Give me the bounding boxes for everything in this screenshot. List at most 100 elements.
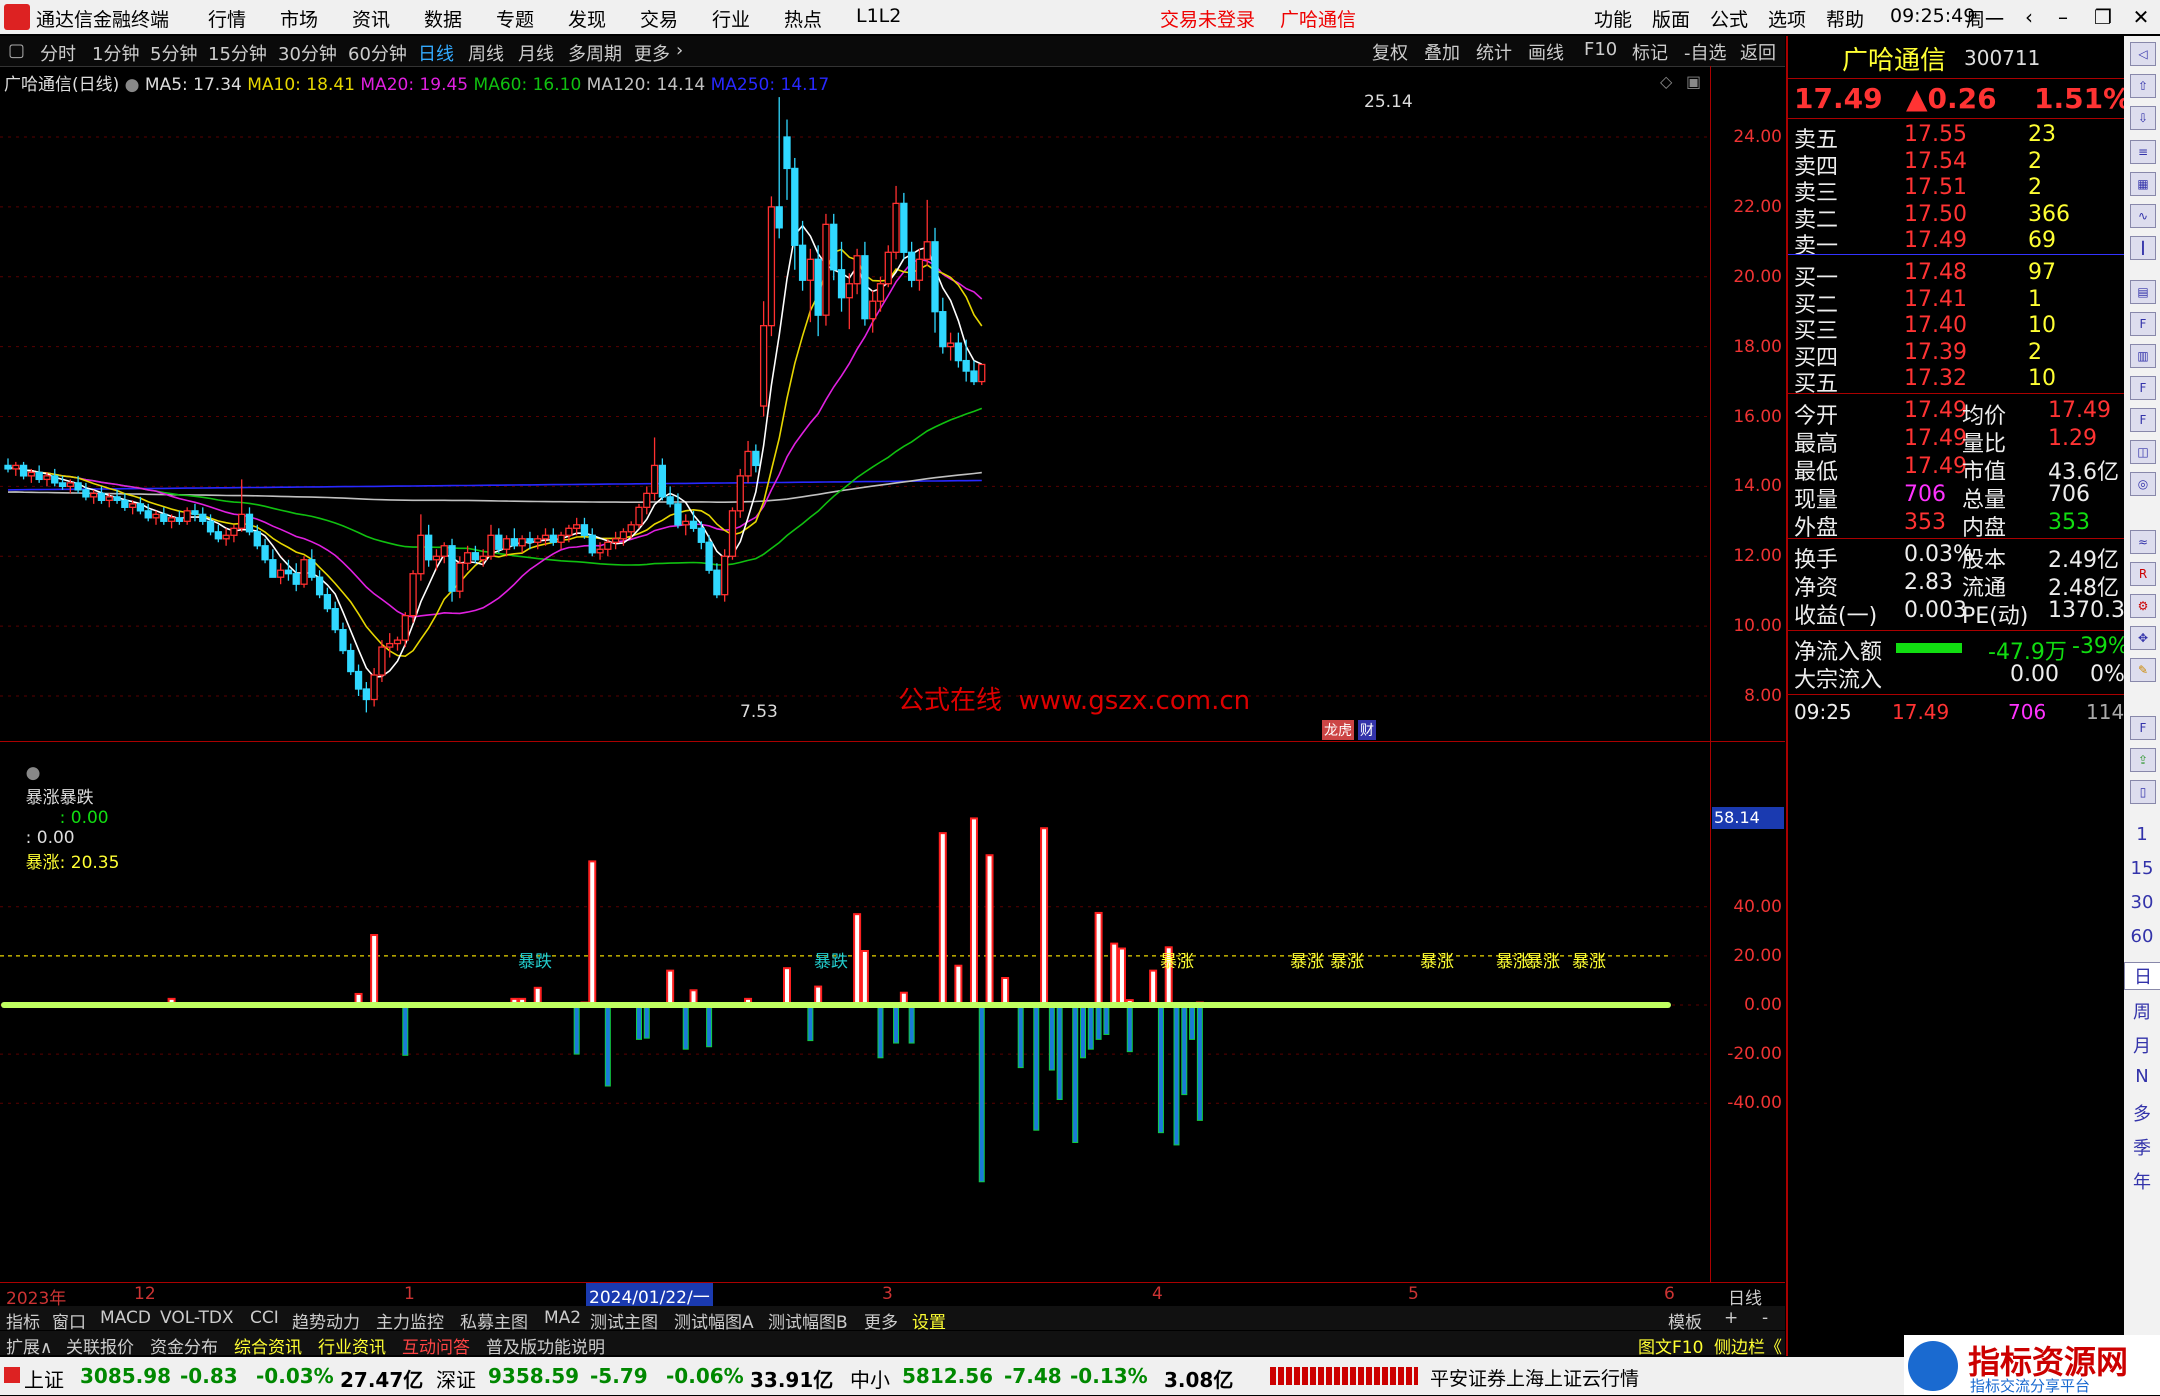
tool-tongji[interactable]: 统计: [1476, 39, 1512, 65]
candlestick-chart[interactable]: 广哈通信(日线) ● MA5: 17.34 MA10: 18.41 MA20: …: [0, 66, 1710, 741]
tab-sidebar[interactable]: 侧边栏《: [1714, 1333, 1782, 1358]
side-period-1[interactable]: 1: [2124, 824, 2160, 845]
tab-zhuli[interactable]: 主力监控: [376, 1308, 444, 1333]
tab-hudong[interactable]: 互动问答: [402, 1333, 470, 1358]
menu-jiaoyi[interactable]: 交易: [640, 5, 678, 32]
back-icon[interactable]: ◁: [2130, 42, 2156, 66]
tool-huaxian[interactable]: 画线: [1528, 39, 1564, 65]
quote-list-icon[interactable]: ≡: [2130, 140, 2156, 164]
tab-chuangkou[interactable]: 窗口: [52, 1308, 86, 1333]
tab-minus[interactable]: -: [1762, 1308, 1768, 1328]
tab-ceshi-main[interactable]: 测试主图: [590, 1308, 658, 1333]
menu-gongshi[interactable]: 公式: [1710, 5, 1748, 32]
side-period-15[interactable]: 15: [2124, 858, 2160, 879]
side-period-year[interactable]: 年: [2124, 1168, 2160, 1194]
tab-macd[interactable]: MACD: [100, 1308, 151, 1328]
longhu-tag[interactable]: 龙虎: [1322, 720, 1354, 740]
doc-icon[interactable]: ▥: [2130, 344, 2156, 368]
kline-icon[interactable]: ┃: [2130, 236, 2156, 260]
menu-hangqing[interactable]: 行情: [208, 5, 246, 32]
indicator-settings-icon[interactable]: ●: [26, 763, 41, 783]
period-monthly[interactable]: 月线: [518, 40, 554, 66]
tool-fanhui[interactable]: 返回: [1740, 39, 1776, 65]
period-more[interactable]: 更多: [634, 40, 670, 66]
menu-gongneng[interactable]: 功能: [1594, 5, 1632, 32]
candlestick-svg[interactable]: [0, 66, 1710, 741]
down-arrow-icon[interactable]: ⇩: [2130, 106, 2156, 130]
f10-icon[interactable]: F: [2130, 312, 2156, 336]
zx-name[interactable]: 中小: [850, 1364, 890, 1393]
tab-hangye[interactable]: 行业资讯: [318, 1333, 386, 1358]
rsi-icon[interactable]: R: [2130, 562, 2156, 586]
side-period-month[interactable]: 月: [2124, 1032, 2160, 1058]
f1-icon[interactable]: F: [2130, 376, 2156, 400]
tab-zhibiao[interactable]: 指标: [6, 1308, 40, 1333]
tool-fuquan[interactable]: 复权: [1372, 39, 1408, 65]
indicator-chart[interactable]: ● 暴涨暴跌 : 0.00 : 0.00 暴涨: 20.35 暴跌 暴跌 暴涨 …: [0, 741, 1710, 1286]
trend-icon[interactable]: ≈: [2130, 530, 2156, 554]
menu-zixun[interactable]: 资讯: [352, 5, 390, 32]
gear-icon[interactable]: ⚙: [2130, 594, 2156, 618]
tool-zixuan[interactable]: -自选: [1684, 39, 1727, 65]
tool-biaoji[interactable]: 标记: [1632, 39, 1668, 65]
minimize-icon[interactable]: –: [2046, 2, 2080, 32]
toolbar-square-icon[interactable]: ▢: [8, 40, 25, 61]
side-period-n[interactable]: N: [2124, 1066, 2160, 1087]
tab-template[interactable]: 模板: [1668, 1308, 1702, 1333]
move-icon[interactable]: ✥: [2130, 626, 2156, 650]
menu-faxian[interactable]: 发现: [568, 5, 606, 32]
period-weekly[interactable]: 周线: [468, 40, 504, 66]
period-5min[interactable]: 5分钟: [150, 40, 197, 66]
panel-toggle-icon[interactable]: ▣: [1686, 72, 1701, 91]
tab-plus[interactable]: +: [1724, 1308, 1738, 1328]
period-daily[interactable]: 日线: [418, 40, 454, 66]
pencil-icon[interactable]: ✎: [2130, 658, 2156, 682]
tab-vol-tdx[interactable]: VOL-TDX: [160, 1308, 234, 1328]
indicator-svg[interactable]: [0, 741, 1710, 1282]
up-arrow-icon[interactable]: ⇧: [2130, 74, 2156, 98]
side-period-day[interactable]: 日: [2124, 962, 2160, 990]
menu-xuanxiang[interactable]: 选项: [1768, 5, 1806, 32]
menu-l1l2[interactable]: L1L2: [856, 5, 901, 27]
period-fenshi[interactable]: 分时: [40, 40, 76, 66]
target-icon[interactable]: ◎: [2130, 472, 2156, 496]
chevron-right-icon[interactable]: ›: [676, 40, 683, 61]
side-period-60[interactable]: 60: [2124, 926, 2160, 947]
back-arrow-icon[interactable]: ‹: [2012, 2, 2046, 32]
sz-name[interactable]: 深证: [436, 1364, 476, 1393]
side-period-season[interactable]: 季: [2124, 1134, 2160, 1160]
grid-icon[interactable]: ◫: [2130, 440, 2156, 464]
tool-diejia[interactable]: 叠加: [1424, 39, 1460, 65]
tab-more[interactable]: 更多: [864, 1308, 898, 1333]
tab-qushi[interactable]: 趋势动力: [292, 1308, 360, 1333]
tab-zijin[interactable]: 资金分布: [150, 1333, 218, 1358]
side-period-week[interactable]: 周: [2124, 998, 2160, 1024]
fs-icon[interactable]: F: [2130, 716, 2156, 740]
f2-icon[interactable]: F: [2130, 408, 2156, 432]
menu-bangzhu[interactable]: 帮助: [1826, 5, 1864, 32]
menu-shichang[interactable]: 市场: [280, 5, 318, 32]
split-icon[interactable]: ▯: [2130, 780, 2156, 804]
side-period-multi[interactable]: 多: [2124, 1100, 2160, 1126]
restore-icon[interactable]: ❐: [2086, 2, 2120, 32]
settings-circle-icon[interactable]: ●: [125, 75, 140, 95]
period-60min[interactable]: 60分钟: [348, 40, 407, 66]
menu-banmian[interactable]: 版面: [1652, 5, 1690, 32]
tab-ceshi-a[interactable]: 测试幅图A: [674, 1308, 754, 1333]
tab-simu[interactable]: 私募主图: [460, 1308, 528, 1333]
tab-f10[interactable]: 图文F10: [1638, 1333, 1703, 1358]
menu-shuju[interactable]: 数据: [424, 5, 462, 32]
tab-ceshi-b[interactable]: 测试幅图B: [768, 1308, 848, 1333]
tab-zonghe[interactable]: 综合资讯: [234, 1333, 302, 1358]
login-status[interactable]: 交易未登录: [1160, 5, 1255, 32]
tab-guanlian[interactable]: 关联报价: [66, 1333, 134, 1358]
menu-redian[interactable]: 热点: [784, 5, 822, 32]
tab-cci[interactable]: CCI: [250, 1308, 279, 1328]
line-chart-icon[interactable]: ∿: [2130, 204, 2156, 228]
side-period-30[interactable]: 30: [2124, 892, 2160, 913]
menu-hangye[interactable]: 行业: [712, 5, 750, 32]
period-multi[interactable]: 多周期: [568, 40, 622, 66]
tab-ma2[interactable]: MA2: [544, 1308, 581, 1328]
period-1min[interactable]: 1分钟: [92, 40, 139, 66]
news-icon[interactable]: ▤: [2130, 280, 2156, 304]
